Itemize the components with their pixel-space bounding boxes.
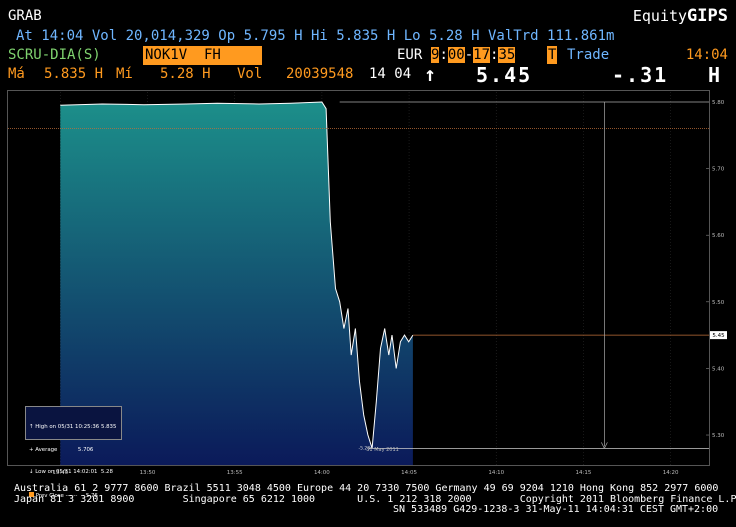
x-tick-label: 14:10 <box>488 470 504 476</box>
footer-serial: SN 533489 G429-1238-3 31-May-11 14:04:31… <box>393 504 719 515</box>
x-axis-date-label: 31 May 2011 <box>366 447 399 453</box>
footer-contacts-1: Australia 61 2 9777 8600 Brazil 5511 304… <box>14 483 719 494</box>
y-tick-label: 5.70 <box>712 167 725 173</box>
y-tick-label: 5.50 <box>712 300 725 306</box>
y-tick-label: 5.30 <box>712 433 725 439</box>
x-tick-label: 13:50 <box>140 470 156 476</box>
y-tick-label: 5.40 <box>712 366 725 372</box>
legend-low-text: Low on 05/31 14:02:01 5.28 <box>35 469 113 475</box>
x-tick-label: 13:55 <box>227 470 243 476</box>
y-axis: 5.80 5.70 5.60 5.50 5.40 5.30 <box>706 100 725 439</box>
chart-legend: ↑ High on 05/31 10:25:36 5.835 + Average… <box>25 406 122 499</box>
legend-low: ↓ Low on 05/31 14:02:01 5.28 <box>29 469 113 475</box>
y-tick-label: 5.80 <box>712 100 725 106</box>
x-tick-label: 14:00 <box>314 470 330 476</box>
y-tick-label: 5.60 <box>712 233 725 239</box>
x-tick-label: 14:20 <box>663 470 679 476</box>
x-tick-label: 14:15 <box>576 470 592 476</box>
legend-high: ↑ High on 05/31 10:25:36 5.835 <box>29 424 117 430</box>
legend-average-text: Average 5.706 <box>35 446 94 453</box>
legend-average: + Average 5.706 <box>29 446 94 453</box>
current-price-label: 5.45 <box>712 333 725 339</box>
x-tick-label: 14:05 <box>401 470 417 476</box>
legend-high-text: High on 05/31 10:25:36 5.835 <box>35 424 117 430</box>
